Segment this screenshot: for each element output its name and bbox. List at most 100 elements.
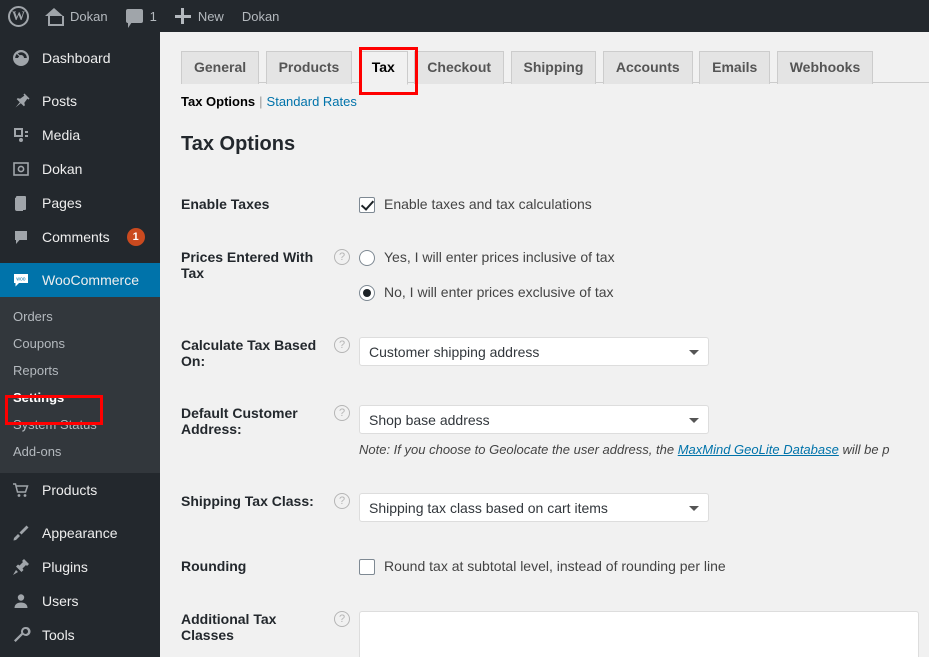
sidebar-item-comments[interactable]: Comments 1 bbox=[0, 220, 160, 254]
help-icon[interactable]: ? bbox=[334, 249, 350, 265]
new-content-button[interactable]: New bbox=[166, 0, 233, 32]
submenu-item-reports[interactable]: Reports bbox=[0, 357, 160, 384]
additional-tax-classes-label: Additional Tax Classes bbox=[181, 611, 277, 643]
sidebar-item-label: Pages bbox=[42, 195, 82, 211]
geolocate-note-before: Note: If you choose to Geolocate the use… bbox=[359, 442, 678, 457]
submenu-item-settings[interactable]: Settings bbox=[0, 384, 160, 411]
enable-taxes-checkbox-label[interactable]: Enable taxes and tax calculations bbox=[384, 196, 592, 213]
content-area: General Products Tax Checkout Shipping A… bbox=[160, 32, 929, 657]
chevron-down-icon bbox=[689, 418, 699, 423]
comments-pending-badge: 1 bbox=[126, 228, 145, 246]
prices-inclusive-radio[interactable] bbox=[359, 250, 375, 266]
prices-inclusive-label[interactable]: Yes, I will enter prices inclusive of ta… bbox=[384, 249, 615, 266]
account-button[interactable]: Dokan bbox=[233, 0, 289, 32]
subnav-tax-options[interactable]: Tax Options bbox=[181, 94, 255, 109]
calculate-tax-select[interactable]: Customer shipping address bbox=[359, 337, 709, 366]
site-name-label: Dokan bbox=[70, 8, 108, 24]
tab-shipping[interactable]: Shipping bbox=[510, 51, 597, 84]
tab-webhooks[interactable]: Webhooks bbox=[776, 51, 874, 84]
additional-tax-classes-textarea[interactable] bbox=[359, 611, 919, 657]
user-icon bbox=[11, 591, 31, 611]
sidebar-item-appearance[interactable]: Appearance bbox=[0, 516, 160, 550]
sidebar-item-label: Dashboard bbox=[42, 50, 111, 66]
sidebar-item-label: Dokan bbox=[42, 161, 83, 177]
sidebar-item-users[interactable]: Users bbox=[0, 584, 160, 618]
sidebar-item-posts[interactable]: Posts bbox=[0, 84, 160, 118]
help-icon[interactable]: ? bbox=[334, 337, 350, 353]
geolocate-note-after: will be p bbox=[838, 442, 890, 457]
sidebar-item-label: Appearance bbox=[42, 525, 118, 541]
sidebar-item-label: Media bbox=[42, 127, 81, 143]
calculate-tax-control: ? Customer shipping address bbox=[334, 319, 929, 387]
wordpress-logo-button[interactable] bbox=[0, 0, 35, 32]
chevron-down-icon bbox=[689, 506, 699, 511]
wordpress-logo-icon bbox=[8, 5, 29, 27]
form-row-default-customer-address: Default Customer Address: ? Shop base ad… bbox=[160, 387, 929, 475]
form-row-calculate-tax-based-on: Calculate Tax Based On: ? Customer shipp… bbox=[160, 319, 929, 387]
tab-products[interactable]: Products bbox=[265, 51, 353, 84]
default-address-label: Default Customer Address: bbox=[181, 405, 298, 437]
sidebar-item-label: WooCommerce bbox=[42, 272, 139, 288]
help-icon[interactable]: ? bbox=[334, 405, 350, 421]
tab-emails[interactable]: Emails bbox=[699, 51, 771, 84]
sidebar-item-plugins[interactable]: Plugins bbox=[0, 550, 160, 584]
enable-taxes-checkbox[interactable] bbox=[359, 197, 375, 213]
sidebar-item-dashboard[interactable]: Dashboard bbox=[0, 41, 160, 75]
sidebar-item-label: Products bbox=[42, 482, 98, 498]
woocommerce-icon: woo bbox=[11, 270, 31, 290]
sidebar-item-label: Comments bbox=[42, 229, 110, 245]
new-label: New bbox=[197, 8, 224, 24]
shipping-tax-class-select-value: Shipping tax class based on cart items bbox=[369, 499, 608, 516]
sidebar-item-products[interactable]: Products bbox=[0, 473, 160, 507]
wrench-icon bbox=[11, 625, 31, 645]
rounding-checkbox-label[interactable]: Round tax at subtotal level, instead of … bbox=[384, 558, 726, 575]
sidebar-item-dokan[interactable]: Dokan bbox=[0, 152, 160, 186]
sidebar-item-tools[interactable]: Tools bbox=[0, 618, 160, 652]
svg-text:woo: woo bbox=[16, 277, 25, 283]
help-icon[interactable]: ? bbox=[334, 611, 350, 627]
site-name-button[interactable]: Dokan bbox=[35, 0, 117, 32]
enable-taxes-label: Enable Taxes bbox=[181, 196, 270, 212]
submenu-item-orders[interactable]: Orders bbox=[0, 303, 160, 330]
sidebar-item-media[interactable]: Media bbox=[0, 118, 160, 152]
tab-checkout[interactable]: Checkout bbox=[414, 51, 505, 84]
brush-icon bbox=[11, 523, 31, 543]
enable-taxes-control: ? Enable taxes and tax calculations bbox=[334, 178, 929, 231]
woocommerce-submenu: Orders Coupons Reports Settings System S… bbox=[0, 297, 160, 473]
submenu-item-coupons[interactable]: Coupons bbox=[0, 330, 160, 357]
maxmind-geolite-link[interactable]: MaxMind GeoLite Database bbox=[678, 442, 839, 457]
tab-tax[interactable]: Tax bbox=[358, 51, 408, 85]
default-address-select[interactable]: Shop base address bbox=[359, 405, 709, 434]
form-row-additional-tax-classes: Additional Tax Classes ? bbox=[160, 593, 929, 657]
media-icon bbox=[11, 125, 31, 145]
tab-general[interactable]: General bbox=[181, 51, 260, 84]
submenu-item-system-status[interactable]: System Status bbox=[0, 411, 160, 438]
rounding-checkbox[interactable] bbox=[359, 559, 375, 575]
calculate-tax-select-value: Customer shipping address bbox=[369, 343, 540, 360]
prices-exclusive-label[interactable]: No, I will enter prices exclusive of tax bbox=[384, 284, 614, 301]
sidebar-item-woocommerce[interactable]: woo WooCommerce bbox=[0, 263, 168, 297]
admin-sidebar: Dashboard Posts Media Dokan Pages Commen… bbox=[0, 32, 168, 657]
form-row-rounding: Rounding ? Round tax at subtotal level, … bbox=[160, 540, 929, 593]
tab-accounts[interactable]: Accounts bbox=[602, 51, 693, 84]
pin-icon bbox=[11, 91, 31, 111]
comment-bubble-icon bbox=[125, 9, 143, 28]
rounding-label: Rounding bbox=[181, 558, 247, 574]
sidebar-item-pages[interactable]: Pages bbox=[0, 186, 160, 220]
shipping-tax-class-label: Shipping Tax Class: bbox=[181, 493, 314, 509]
comments-button[interactable]: 1 bbox=[117, 0, 166, 32]
submenu-item-add-ons[interactable]: Add-ons bbox=[0, 438, 160, 465]
settings-tabs: General Products Tax Checkout Shipping A… bbox=[181, 50, 929, 85]
pages-icon bbox=[11, 193, 31, 213]
subnav-standard-rates[interactable]: Standard Rates bbox=[267, 94, 357, 109]
cart-icon bbox=[11, 480, 31, 500]
form-row-enable-taxes: Enable Taxes ? Enable taxes and tax calc… bbox=[160, 178, 929, 231]
prices-exclusive-radio[interactable] bbox=[359, 285, 375, 301]
chevron-down-icon bbox=[689, 350, 699, 355]
form-row-shipping-tax-class: Shipping Tax Class: ? Shipping tax class… bbox=[160, 475, 929, 540]
shipping-tax-class-select[interactable]: Shipping tax class based on cart items bbox=[359, 493, 709, 522]
sidebar-item-label: Tools bbox=[42, 627, 75, 643]
help-icon[interactable]: ? bbox=[334, 493, 350, 509]
